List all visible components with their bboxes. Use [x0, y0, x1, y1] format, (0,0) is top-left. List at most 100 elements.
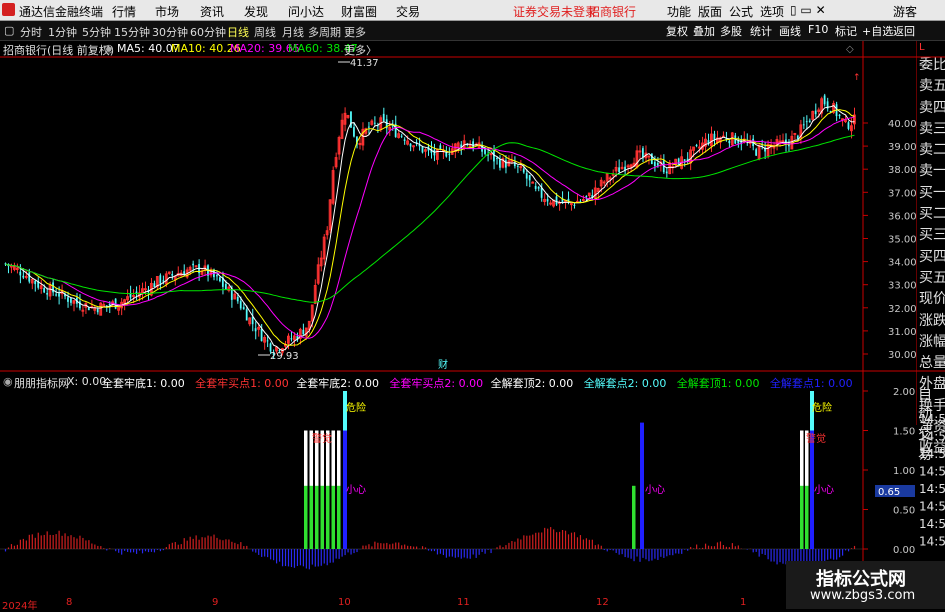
broker-name[interactable]: 招商银行 [588, 3, 636, 20]
menu-zixun[interactable]: 资讯 [200, 3, 224, 20]
quote-side-panel: L 委比 卖五 卖四 卖三 卖二 卖一 买一 买二 买三 买四 买五 现价 涨跌 涨幅 总量 外盘 换手 净资 收益 [916, 41, 945, 456]
period-more[interactable]: 更多 [344, 24, 366, 40]
candle-body-up [692, 146, 695, 151]
menu-faxian[interactable]: 发现 [244, 3, 268, 20]
menu-jiaoyi[interactable]: 交易 [396, 3, 420, 20]
candle-body-down [64, 294, 66, 297]
candle-body-down [695, 145, 698, 147]
btn-fuquan[interactable]: 复权 [666, 23, 688, 39]
menu-shichang[interactable]: 市场 [155, 3, 179, 20]
price-axis-label: 39.00 [888, 142, 917, 153]
candle-body-down [245, 309, 248, 321]
panel-item-8[interactable]: 买三 [917, 225, 945, 246]
candle-body-down [418, 145, 421, 147]
candle-body-down [272, 353, 275, 355]
ind-axis-label: 1.00 [893, 466, 915, 477]
toolbar-square-icon[interactable]: ▢ [4, 24, 14, 37]
panel-item-10[interactable]: 买五 [917, 268, 945, 289]
candle-body-up [721, 135, 725, 138]
menu-gongneng[interactable]: 功能 [667, 3, 691, 20]
candle-body-up [456, 142, 460, 149]
period-fenshi[interactable]: 分时 [20, 24, 42, 40]
watermark: 指标公式网 www.zbgs3.com [786, 561, 945, 609]
candle-body-down [409, 143, 412, 147]
dropdown-more[interactable]: 更多〉 [344, 42, 377, 58]
btn-duogu[interactable]: 多股 [720, 23, 742, 39]
candle-body-up [343, 112, 347, 125]
period-multi[interactable]: 多周期 [308, 24, 341, 40]
indicator-collapse-icon[interactable]: ◉ [3, 375, 13, 388]
period-5min[interactable]: 5分钟 [82, 24, 111, 40]
panel-item-6[interactable]: 买一 [917, 183, 945, 204]
panel-item-14[interactable]: 总量 [917, 353, 945, 374]
panel-item-1[interactable]: 卖五 [917, 76, 945, 97]
candle-body-up [316, 264, 320, 284]
label-careful-3: 小心 [814, 484, 834, 496]
window-controls[interactable]: ▯ ▭ ✕ [790, 3, 826, 17]
candle-body-down [254, 328, 257, 332]
period-monthly[interactable]: 月线 [282, 24, 304, 40]
candle-body-up [799, 124, 803, 139]
panel-item-5[interactable]: 卖一 [917, 161, 945, 182]
candle-body-up [185, 269, 189, 278]
candle-body-down [740, 140, 743, 145]
candle-body-up [435, 148, 439, 160]
panel-item-11[interactable]: 现价 [917, 289, 945, 310]
period-15min[interactable]: 15分钟 [114, 24, 150, 40]
candle-body-down [230, 288, 233, 300]
candle-body-down [796, 135, 799, 139]
candle-body-up [629, 164, 633, 169]
time-label-0: 2024年 [2, 601, 38, 612]
candle-body-down [761, 143, 763, 146]
candle-body-up [614, 166, 618, 172]
panel-item-12[interactable]: 涨跌 [917, 311, 945, 332]
candle-body-up [757, 144, 761, 160]
btn-huaxian[interactable]: 画线 [779, 23, 801, 39]
candle-body-down [114, 298, 117, 309]
collapse-icon[interactable]: ◉ [104, 42, 114, 55]
panel-item-3[interactable]: 卖三 [917, 119, 945, 140]
candle-body-up [608, 177, 612, 180]
panel-item-2[interactable]: 卖四 [917, 98, 945, 119]
trade-login-warning[interactable]: 证券交易未登录 [513, 3, 597, 20]
menu-caifuquan[interactable]: 财富圈 [341, 3, 377, 20]
candle-body-up [132, 295, 135, 298]
panel-item-7[interactable]: 买二 [917, 204, 945, 225]
signal-green-bar [309, 485, 313, 549]
menu-gongshi[interactable]: 公式 [729, 3, 753, 20]
candle-body-up [84, 303, 88, 308]
candle-body-down [528, 175, 531, 181]
period-daily[interactable]: 日线 [227, 24, 249, 40]
period-60min[interactable]: 60分钟 [190, 24, 226, 40]
btn-zixuan[interactable]: +自选 [862, 23, 893, 39]
candle-body-down [481, 146, 483, 152]
period-30min[interactable]: 30分钟 [152, 24, 188, 40]
btn-biaoji[interactable]: 标记 [835, 23, 857, 39]
panel-bottom-item-1[interactable]: 交易 [916, 425, 945, 465]
period-weekly[interactable]: 周线 [254, 24, 276, 40]
candle-body-down [78, 301, 81, 309]
guest-label[interactable]: 游客 [893, 3, 917, 20]
period-1min[interactable]: 1分钟 [48, 24, 77, 40]
panel-item-13[interactable]: 涨幅 [917, 332, 945, 353]
btn-tongji[interactable]: 统计 [750, 23, 772, 39]
panel-item-0[interactable]: 委比 [917, 55, 945, 76]
panel-item-9[interactable]: 买四 [917, 247, 945, 268]
panel-item-4[interactable]: 卖二 [917, 140, 945, 161]
signal-white-bar [331, 430, 335, 549]
panel-bottom-item-0[interactable]: 自动 [916, 385, 945, 425]
candle-body-down [28, 272, 31, 282]
btn-diejia[interactable]: 叠加 [693, 23, 715, 39]
menu-wenxiaoda[interactable]: 问小达 [288, 3, 324, 20]
btn-f10[interactable]: F10 [808, 23, 828, 36]
label-alert-2: 警觉 [806, 432, 826, 445]
candle-body-up [141, 288, 144, 295]
candle-body-up [668, 162, 672, 175]
menu-xuanxiang[interactable]: 选项 [760, 3, 784, 20]
btn-fanhui[interactable]: 返回 [893, 23, 915, 39]
menu-banmian[interactable]: 版面 [698, 3, 722, 20]
candle-body-up [361, 128, 365, 146]
time-label-5: 12 [596, 597, 609, 608]
candle-body-up [593, 187, 597, 199]
menu-hangqing[interactable]: 行情 [112, 3, 136, 20]
